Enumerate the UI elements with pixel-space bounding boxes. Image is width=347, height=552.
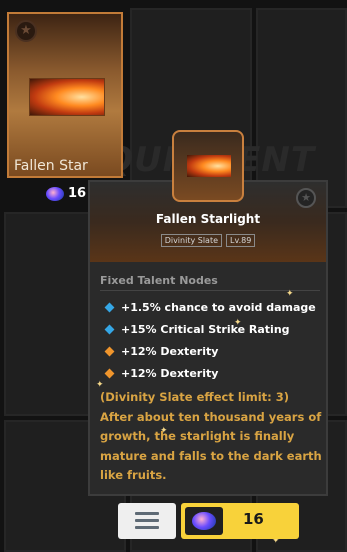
item-card-price: 16 <box>46 186 86 201</box>
tag-type: Divinity Slate <box>160 234 222 247</box>
menu-lines-icon <box>135 512 159 533</box>
star-badge-icon[interactable]: ★ <box>15 20 37 42</box>
talent-node: +1.5% chance to avoid damage <box>104 296 316 318</box>
sparkle-icon: ✦ <box>234 318 242 328</box>
fixed-talent-nodes-title: Fixed Talent Nodes <box>100 274 218 287</box>
talent-node: +12% Dexterity <box>104 362 316 384</box>
talent-node: +12% Dexterity <box>104 340 316 362</box>
diamond-icon <box>104 346 115 356</box>
item-card-price-value: 16 <box>68 186 87 201</box>
gem-currency-icon <box>46 186 64 201</box>
description-line: mature and falls to the dark earth <box>100 448 322 463</box>
item-thumbnail <box>187 155 231 177</box>
gem-currency-icon <box>192 512 216 530</box>
item-card-name: Fallen Star <box>14 158 88 174</box>
item-tooltip: ★ Fallen Starlight Divinity Slate Lv.89 … <box>88 180 328 496</box>
description-line: After about ten thousand years of <box>100 409 322 424</box>
buy-price-value: 16 <box>243 510 264 528</box>
tooltip-tags: Divinity Slate Lv.89 <box>90 234 326 247</box>
tooltip-title: Fallen Starlight <box>155 212 261 226</box>
star-badge-icon[interactable]: ★ <box>296 188 316 208</box>
description-line: growth, the starlight is finally <box>100 429 295 443</box>
talent-node: +15% Critical Strike Rating <box>104 318 316 340</box>
tooltip-item-icon <box>172 130 244 202</box>
diamond-icon <box>104 368 115 378</box>
description-line: like fruits. <box>100 468 167 482</box>
gem-currency-badge <box>185 507 223 535</box>
tooltip-bottom-divider <box>90 495 326 496</box>
item-description: (Divinity Slate effect limit: 3) After a… <box>100 388 326 486</box>
item-thumbnail <box>29 78 105 116</box>
diamond-icon <box>104 324 115 334</box>
tag-level: Lv.89 <box>226 234 256 247</box>
talent-node-list: +1.5% chance to avoid damage +15% Critic… <box>104 296 316 384</box>
item-card-fallen-starlight[interactable]: ★ Fallen Star <box>7 12 123 178</box>
diamond-icon <box>104 302 115 312</box>
menu-button[interactable] <box>118 503 176 539</box>
sparkle-icon: ✦ <box>96 380 104 390</box>
sparkle-icon: ✦ <box>286 289 294 299</box>
sparkle-icon: ✦ <box>160 426 168 436</box>
buy-price-button[interactable]: 16 <box>181 503 299 539</box>
description-line: (Divinity Slate effect limit: 3) <box>100 390 289 404</box>
